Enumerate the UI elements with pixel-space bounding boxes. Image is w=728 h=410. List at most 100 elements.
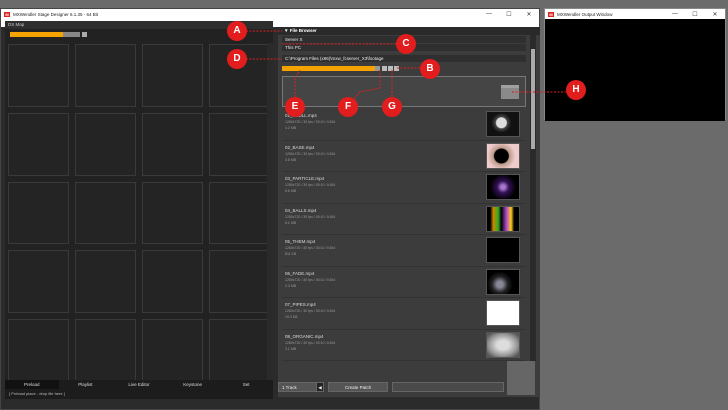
minimize-icon[interactable]: — (479, 11, 499, 18)
preload-slot[interactable] (8, 181, 69, 245)
triangle-left-icon[interactable]: ◀ (316, 382, 324, 392)
list-item[interactable]: 01_SKULL.mp4 1280x720 / 30 fps / 00:10 /… (282, 109, 526, 141)
close-icon[interactable]: ✕ (519, 11, 539, 18)
preload-slot[interactable] (209, 112, 270, 176)
preload-slot[interactable] (142, 181, 203, 245)
folder-drop-area[interactable] (282, 76, 526, 107)
refresh-icon[interactable] (388, 66, 393, 71)
left-scrollbar[interactable] (267, 43, 273, 383)
bottom-tabs: Preload Playlist Live Editor Keystone Se… (5, 380, 273, 389)
create-patch-button[interactable]: Create Patch (328, 382, 388, 392)
list-item[interactable]: 05_THEM.mp4 1280x720 / 30 fps / 00:10 / … (282, 235, 526, 267)
preload-slot[interactable] (209, 181, 270, 245)
tab-preload[interactable]: Preload (5, 380, 59, 389)
video-thumbnail[interactable] (486, 142, 520, 169)
video-thumbnail[interactable] (486, 111, 520, 137)
close-icon[interactable]: ✕ (705, 11, 725, 18)
preload-slot[interactable] (75, 181, 136, 245)
callout-e: E (285, 97, 305, 117)
preload-slot[interactable] (8, 112, 69, 176)
preload-slot[interactable] (75, 250, 136, 314)
preload-slot[interactable] (75, 44, 136, 107)
path-field[interactable]: C:\Program Files (x86)\mxw_fcserver_X3\f… (282, 55, 526, 62)
file-name: 08_ORGANIC.mp4 (285, 333, 324, 339)
callout-c: C (396, 34, 416, 54)
preload-slot[interactable] (8, 250, 69, 314)
list-item[interactable]: 06_FADE.mp4 1280x720 / 30 fps / 00:10 / … (282, 267, 526, 298)
file-size: 811 KB (285, 252, 297, 256)
file-size: 6.1 MB (285, 220, 297, 225)
callout-b: B (420, 59, 440, 79)
video-thumbnail[interactable] (486, 331, 520, 358)
video-thumbnail[interactable] (486, 300, 520, 326)
file-size: 2.3 MB (285, 283, 297, 288)
preload-slot[interactable] (142, 250, 203, 314)
video-thumbnail[interactable] (486, 237, 520, 263)
status-bar: [ Preload place - drop file here ] (5, 389, 273, 399)
minimize-icon[interactable]: — (665, 11, 685, 18)
file-name: 06_FADE.mp4 (285, 270, 315, 276)
progress-fill (282, 66, 376, 71)
file-list: 01_SKULL.mp4 1280x720 / 30 fps / 00:10 /… (282, 109, 526, 361)
list-item[interactable]: 04_BALLS.mp4 1280x720 / 30 fps / 00:10 /… (282, 204, 526, 235)
file-browser-footer: 1 Track ◀ Create Patch (278, 361, 540, 397)
preload-progress-bar (10, 32, 80, 37)
callout-f: F (338, 97, 358, 117)
file-name: 07_PIPES.mp4 (285, 302, 316, 307)
window-controls: — ☐ ✕ (665, 11, 725, 18)
callout-h: H (566, 80, 586, 100)
preload-slot[interactable] (142, 112, 203, 176)
folder-up-icon[interactable] (394, 66, 399, 71)
file-name: 02_BASE.mp4 (285, 144, 315, 150)
tab-keystone[interactable]: Keystone (166, 380, 220, 389)
file-browser-panel: ▼ File Browser Server X This PC C:\Progr… (278, 27, 540, 397)
preload-slot[interactable] (8, 319, 69, 382)
file-size: 3.8 MB (285, 157, 297, 162)
browser-progress-bar (282, 66, 380, 71)
track-label: 1 Track (282, 385, 297, 390)
mxw-logo-icon: M (548, 11, 554, 17)
file-meta: 1280x720 / 30 fps / 00:10 / h264 (285, 151, 336, 156)
image-icon[interactable] (82, 32, 87, 37)
tab-set[interactable]: Set (219, 380, 273, 389)
file-name: 03_PARTICLE.mp4 (285, 176, 325, 181)
list-item[interactable]: 07_PIPES.mp4 1280x720 / 30 fps / 00:10 /… (282, 298, 526, 330)
file-name: 04_BALLS.mp4 (285, 207, 317, 213)
tab-live-editor[interactable]: Live Editor (112, 380, 166, 389)
list-item[interactable]: 02_BASE.mp4 1280x720 / 30 fps / 00:10 / … (282, 141, 526, 172)
video-thumbnail[interactable] (486, 268, 520, 295)
video-thumbnail[interactable] (486, 174, 520, 200)
preload-slot[interactable] (75, 112, 136, 176)
image-icon[interactable] (382, 66, 387, 71)
callout-a: A (227, 21, 247, 41)
callout-d: D (227, 49, 247, 69)
footer-field[interactable] (392, 382, 504, 392)
file-meta: 1280x720 / 30 fps / 00:10 / h264 (285, 120, 336, 124)
video-thumbnail[interactable] (486, 205, 520, 232)
scroll-thumb[interactable] (531, 49, 535, 149)
preload-slot[interactable] (75, 319, 136, 382)
preload-slot[interactable] (142, 319, 203, 382)
output-canvas (545, 19, 725, 121)
preload-grid (8, 44, 270, 382)
output-titlebar: M MXWendler Output Window — ☐ ✕ (545, 9, 725, 19)
progress-fill (10, 32, 63, 37)
maximize-icon[interactable]: ☐ (499, 11, 519, 18)
file-meta: 1280x720 / 30 fps / 00:10 / h264 (285, 340, 336, 345)
window-controls: — ☐ ✕ (479, 11, 539, 18)
file-size: 19.3 KB (285, 315, 298, 319)
file-meta: 1280x720 / 30 fps / 00:10 / h264 (285, 309, 336, 313)
file-meta: 1280x720 / 30 fps / 00:10 / h264 (285, 246, 336, 250)
file-browser-scrollbar[interactable] (530, 35, 536, 361)
maximize-icon[interactable]: ☐ (685, 11, 705, 18)
list-item[interactable]: 08_ORGANIC.mp4 1280x720 / 30 fps / 00:10… (282, 330, 526, 361)
list-item[interactable]: 03_PARTICLE.mp4 1280x720 / 30 fps / 00:1… (282, 172, 526, 204)
preload-slot[interactable] (209, 250, 270, 314)
preload-slot[interactable] (209, 319, 270, 382)
preload-slot[interactable] (142, 44, 203, 107)
folder-icon[interactable] (501, 85, 519, 99)
main-titlebar: M MXWendler Stage Designer 6.1.35 - 64 B… (1, 9, 539, 19)
preload-slot[interactable] (8, 44, 69, 107)
tab-playlist[interactable]: Playlist (59, 380, 113, 389)
file-size: 3.1 MB (285, 346, 297, 351)
